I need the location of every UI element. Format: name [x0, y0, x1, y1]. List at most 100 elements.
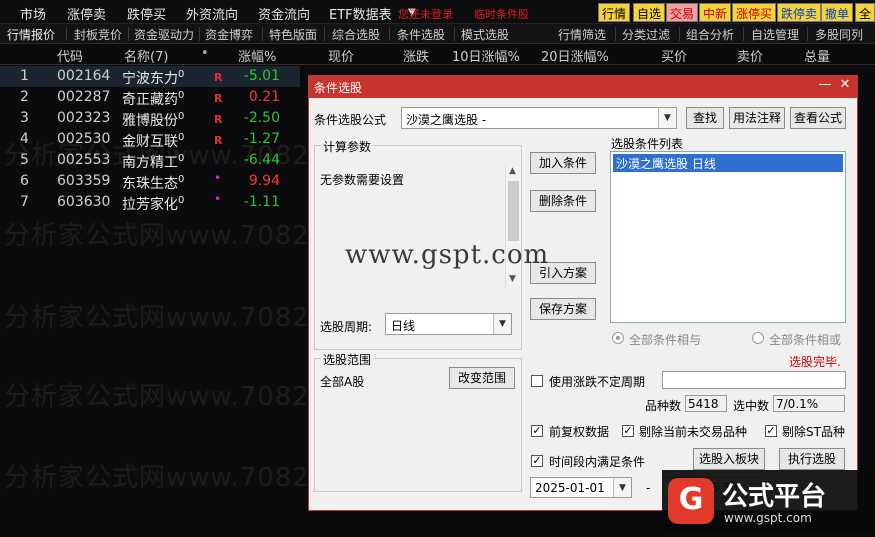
menu-market[interactable]: 市场	[20, 4, 46, 23]
tab-pattern-selection[interactable]: 模式选股	[461, 26, 509, 43]
column-change[interactable]: 涨跌	[403, 46, 429, 65]
quote-table-header: 代码 名称(7) • 涨幅% 现价 涨跌 10日涨幅% 20日涨幅% 买价 卖价…	[0, 45, 875, 65]
dialog-title-bar[interactable]: 条件选股 — ✕	[309, 76, 857, 98]
period-value: 日线	[391, 319, 416, 333]
selected-field: 7/0.1%	[773, 395, 845, 412]
irregular-period-field[interactable]	[662, 371, 846, 389]
minimize-icon[interactable]: —	[817, 77, 833, 92]
column-price[interactable]: 现价	[328, 46, 354, 65]
change-range-button[interactable]: 改变范围	[449, 367, 515, 389]
table-row[interactable]: 3 002323 雅博股份0 R -2.50	[0, 108, 300, 129]
tab-limit-bidding[interactable]: 封板竞价	[74, 26, 122, 43]
irregular-period-label: 使用涨跌不定周期	[549, 375, 646, 389]
chevron-up-icon[interactable]: ▲	[509, 166, 516, 176]
quick-trade-button[interactable]: 交易	[666, 3, 699, 22]
table-row[interactable]: 4 002530 金财互联0 R -1.27	[0, 129, 300, 150]
tab-condition-selection[interactable]: 条件选股	[397, 26, 445, 43]
table-row[interactable]: 2 002287 奇正藏药0 R 0.21	[0, 87, 300, 108]
period-combobox[interactable]: 日线 ▼	[385, 313, 512, 335]
login-status[interactable]: 您还未登录	[398, 6, 453, 22]
column-marker[interactable]: •	[201, 46, 209, 61]
temp-condition-link[interactable]: 临时条件股	[474, 6, 529, 22]
stock-name: 南方精工0	[122, 153, 185, 171]
quick-cancel-order-button[interactable]: 撤单	[821, 3, 854, 22]
table-row[interactable]: 6 603359 东珠生态0 • 9.94	[0, 171, 300, 192]
view-formula-button[interactable]: 查看公式	[790, 107, 846, 129]
execute-selection-button[interactable]: 执行选股	[779, 448, 845, 470]
stock-flag: •	[214, 171, 222, 185]
chevron-down-icon[interactable]: ▼	[493, 314, 511, 334]
save-scheme-button[interactable]: 保存方案	[530, 298, 596, 320]
menu-foreign-flow[interactable]: 外资流向	[186, 4, 238, 23]
time-range-checkbox[interactable]: ✓	[531, 455, 543, 467]
chevron-down-icon[interactable]: ▼	[658, 108, 676, 128]
change-pct: 0.21	[248, 89, 280, 105]
column-code[interactable]: 代码	[57, 46, 83, 65]
quick-watchlist-button[interactable]: 自选	[633, 3, 666, 22]
close-icon[interactable]: ✕	[837, 77, 853, 92]
radio-all-or[interactable]	[752, 332, 764, 344]
table-row[interactable]: 5 002553 南方精工0 -6.44	[0, 150, 300, 171]
chevron-down-icon[interactable]: ▼	[509, 274, 516, 284]
tab-quote[interactable]: 行情报价	[7, 26, 55, 43]
menu-etf-data[interactable]: ETF数据表	[329, 4, 392, 23]
menu-limit-up-sell[interactable]: 涨停卖	[67, 4, 106, 23]
stock-flag: R	[214, 134, 223, 147]
quick-quote-button[interactable]: 行情	[598, 3, 631, 22]
start-date-picker[interactable]: 2025-01-01 ▼	[530, 477, 632, 498]
table-row[interactable]: 1 002164 宁波东力0 R -5.01	[0, 66, 300, 87]
radio-all-and[interactable]	[612, 332, 624, 344]
formula-combobox[interactable]: 沙漠之鹰选股 - ▼	[401, 107, 677, 129]
tab-category-filter[interactable]: 分类过滤	[622, 26, 670, 43]
row-index: 1	[20, 68, 29, 84]
usage-notes-button[interactable]: 用法注释	[729, 107, 785, 129]
adjust-checkbox[interactable]: ✓	[531, 425, 543, 437]
chevron-down-icon[interactable]: ▼	[613, 478, 631, 497]
tab-watchlist-manage[interactable]: 自选管理	[751, 26, 799, 43]
radio-all-or-label: 全部条件相或	[769, 333, 842, 347]
stock-name: 东珠生态0	[122, 174, 185, 192]
stock-mark: 0	[178, 174, 185, 185]
row-index: 7	[20, 194, 29, 210]
irregular-period-checkbox[interactable]	[531, 375, 543, 387]
quick-all-button[interactable]: 全	[855, 3, 875, 22]
tab-capital-drive[interactable]: 资金驱动力	[134, 26, 194, 43]
logo-url: www.gspt.com	[724, 511, 812, 525]
exclude-untraded-checkbox[interactable]: ✓	[622, 425, 634, 437]
add-condition-button[interactable]: 加入条件	[530, 152, 596, 174]
quick-limit-up-buy-button[interactable]: 涨停买	[732, 3, 777, 22]
tab-feature-layout[interactable]: 特色版面	[269, 26, 317, 43]
quick-limit-down-sell-button[interactable]: 跌停卖	[777, 3, 822, 22]
stock-flag: •	[214, 192, 222, 206]
column-20day-pct[interactable]: 20日涨幅%	[541, 46, 609, 65]
column-volume[interactable]: 总量	[804, 46, 830, 65]
stock-mark: 0	[178, 132, 185, 143]
tab-portfolio-analysis[interactable]: 组合分析	[686, 26, 734, 43]
quick-new-stock-button[interactable]: 中新	[699, 3, 732, 22]
row-index: 5	[20, 152, 29, 168]
selected-value: 7/0.1%	[776, 397, 819, 411]
table-row[interactable]: 7 603630 拉芳家化0 • -1.11	[0, 192, 300, 213]
exclude-st-checkbox[interactable]: ✓	[765, 425, 777, 437]
column-10day-pct[interactable]: 10日涨幅%	[452, 46, 520, 65]
stock-flag: R	[214, 113, 223, 126]
tab-multi-stock[interactable]: 多股同列	[815, 26, 863, 43]
period-label: 选股周期:	[320, 320, 373, 334]
delete-condition-button[interactable]: 删除条件	[530, 190, 596, 212]
tab-quote-filter[interactable]: 行情筛选	[558, 26, 606, 43]
add-to-block-button[interactable]: 选股入板块	[693, 448, 765, 470]
find-button[interactable]: 查找	[686, 107, 724, 129]
column-bid[interactable]: 买价	[661, 46, 687, 65]
tab-capital-game[interactable]: 资金博弈	[205, 26, 253, 43]
menu-limit-down-buy[interactable]: 跌停买	[127, 4, 166, 23]
condition-list-item[interactable]: 沙漠之鹰选股 日线	[613, 154, 843, 172]
condition-list[interactable]: 沙漠之鹰选股 日线	[610, 151, 846, 323]
column-change-pct[interactable]: 涨幅%	[238, 46, 276, 65]
tab-comprehensive-selection[interactable]: 综合选股	[332, 26, 380, 43]
params-title: 计算参数	[321, 138, 374, 155]
exclude-untraded-label: 剔除当前未交易品种	[639, 425, 748, 439]
menu-capital-flow[interactable]: 资金流向	[258, 4, 310, 23]
column-ask[interactable]: 卖价	[737, 46, 763, 65]
column-name[interactable]: 名称(7)	[124, 46, 168, 65]
status-text: 选股完毕.	[789, 355, 841, 369]
